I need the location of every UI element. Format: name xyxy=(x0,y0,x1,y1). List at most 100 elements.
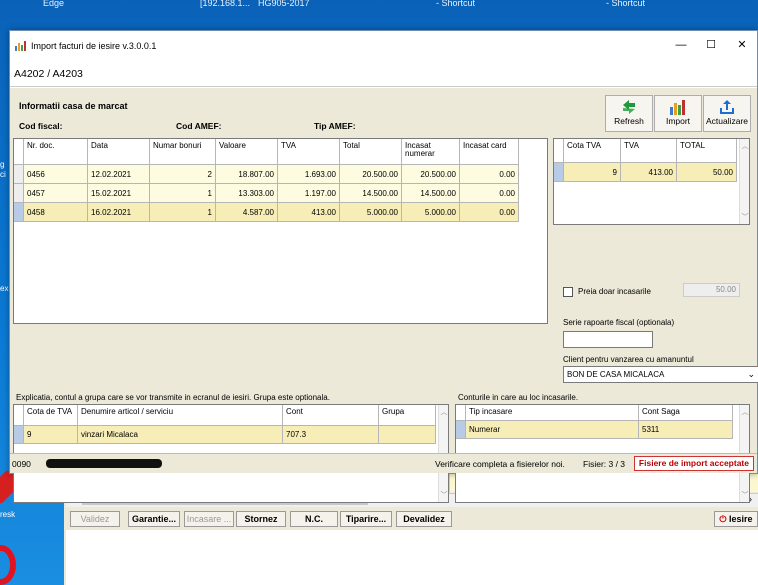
value-cell[interactable]: 13.303.00 xyxy=(216,184,278,203)
card-cell[interactable]: 0.00 xyxy=(460,165,519,184)
title-bar[interactable]: Import facturi de iesire v.3.0.0.1 — ☐ ✕ xyxy=(10,31,757,60)
devalidez-button[interactable]: Devalidez xyxy=(396,511,452,527)
column-header[interactable]: Tip incasare xyxy=(466,405,639,421)
total-cell[interactable]: 20.500.00 xyxy=(340,165,402,184)
row-indicator xyxy=(14,139,24,165)
explicatii-row[interactable]: 9 vinzari Micalaca 707.3 xyxy=(14,426,448,444)
total-cell[interactable]: 50.00 xyxy=(677,163,737,182)
nc-button[interactable]: N.C. xyxy=(290,511,338,527)
grupa-cell[interactable] xyxy=(379,426,436,444)
doc-number-cell[interactable]: 0456 xyxy=(24,165,88,184)
receipts-cell[interactable]: 2 xyxy=(150,165,216,184)
close-button[interactable]: ✕ xyxy=(734,38,750,52)
doc-number-cell[interactable]: 0457 xyxy=(24,184,88,203)
column-header[interactable]: Total xyxy=(340,139,402,165)
receipts-cell[interactable]: 1 xyxy=(150,203,216,222)
validez-button[interactable]: Validez xyxy=(70,511,120,527)
chevron-down-icon[interactable]: ﹀ xyxy=(740,490,749,500)
doc-number-cell[interactable]: 0458 xyxy=(24,203,88,222)
iesire-button[interactable]: ⏻ Iesire xyxy=(714,511,758,527)
receipts-cell[interactable]: 1 xyxy=(150,184,216,203)
column-header[interactable]: Valoare xyxy=(216,139,278,165)
desktop-left-label: resk xyxy=(0,510,16,519)
desktop-label-shortcut-1[interactable]: - Shortcut xyxy=(436,0,475,8)
desktop-icon-labels: Edge [192.168.1... HG905-2017 - Shortcut… xyxy=(0,0,758,10)
column-header[interactable]: Incasat card xyxy=(460,139,519,165)
date-cell[interactable]: 16.02.2021 xyxy=(88,203,150,222)
denumire-cell[interactable]: vinzari Micalaca xyxy=(78,426,283,444)
import-button[interactable]: Import xyxy=(654,95,702,132)
documents-header-row: Nr. doc. Data Numar bonuri Valoare TVA T… xyxy=(14,139,547,165)
total-cell[interactable]: 14.500.00 xyxy=(340,184,402,203)
column-header[interactable]: Incasat numerar xyxy=(402,139,460,165)
column-header[interactable]: Grupa xyxy=(379,405,436,426)
actualizare-button[interactable]: Actualizare xyxy=(703,95,751,132)
desktop-left-label: ci xyxy=(0,170,6,179)
stornez-button[interactable]: Stornez xyxy=(236,511,286,527)
tva-row[interactable]: 9 413.00 50.00 xyxy=(554,163,749,182)
table-row[interactable]: 0456 12.02.2021 2 18.807.00 1.693.00 20.… xyxy=(14,165,547,184)
column-header[interactable]: TOTAL xyxy=(677,139,737,163)
row-indicator xyxy=(554,139,564,163)
explicatii-header-row: Cota de TVA Denumire articol / serviciu … xyxy=(14,405,448,426)
cota-cell[interactable]: 9 xyxy=(24,426,78,444)
total-cell[interactable]: 5.000.00 xyxy=(340,203,402,222)
chevron-down-icon[interactable]: ⌄ xyxy=(747,367,755,382)
explicatii-label: Explicatia, contul a grupa care se vor t… xyxy=(16,393,330,402)
table-row-selected[interactable]: 0458 16.02.2021 1 4.587.00 413.00 5.000.… xyxy=(14,203,547,222)
cota-cell[interactable]: 9 xyxy=(564,163,621,182)
garantie-button[interactable]: Garantie... xyxy=(128,511,180,527)
chevron-up-icon[interactable]: ︿ xyxy=(439,407,448,417)
cont-cell[interactable]: 707.3 xyxy=(283,426,379,444)
desktop-left-label: ex xyxy=(0,284,9,293)
column-header[interactable]: TVA xyxy=(278,139,340,165)
desktop-label-hg905[interactable]: HG905-2017 xyxy=(258,0,310,8)
card-cell[interactable]: 0.00 xyxy=(460,203,519,222)
tiparire-button[interactable]: Tiparire... xyxy=(340,511,392,527)
client-select[interactable]: BON DE CASA MICALACA ⌄ xyxy=(563,366,758,383)
tva-cell[interactable]: 413.00 xyxy=(278,203,340,222)
date-cell[interactable]: 15.02.2021 xyxy=(88,184,150,203)
refresh-button[interactable]: Refresh xyxy=(605,95,653,132)
cash-cell[interactable]: 5.000.00 xyxy=(402,203,460,222)
tva-table[interactable]: Cota TVA TVA TOTAL 9 413.00 50.00 ︿ ﹀ xyxy=(553,138,750,225)
minimize-button[interactable]: — xyxy=(673,38,689,52)
cash-cell[interactable]: 20.500.00 xyxy=(402,165,460,184)
cont-saga-cell[interactable]: 5311 xyxy=(639,421,733,439)
column-header[interactable]: Nr. doc. xyxy=(24,139,88,165)
column-header[interactable]: TVA xyxy=(621,139,677,163)
table-row[interactable]: 0457 15.02.2021 1 13.303.00 1.197.00 14.… xyxy=(14,184,547,203)
cash-cell[interactable]: 14.500.00 xyxy=(402,184,460,203)
tva-cell[interactable]: 1.693.00 xyxy=(278,165,340,184)
date-cell[interactable]: 12.02.2021 xyxy=(88,165,150,184)
iesire-label: Iesire xyxy=(729,514,753,524)
window-title: Import facturi de iesire v.3.0.0.1 xyxy=(31,41,157,51)
conturi-row[interactable]: Numerar 5311 xyxy=(456,421,749,439)
column-header[interactable]: Cota TVA xyxy=(564,139,621,163)
column-header[interactable]: Denumire articol / serviciu xyxy=(78,405,283,426)
desktop-label-ip[interactable]: [192.168.1... xyxy=(200,0,250,8)
documents-table[interactable]: Nr. doc. Data Numar bonuri Valoare TVA T… xyxy=(13,138,548,324)
chevron-up-icon[interactable]: ︿ xyxy=(740,407,749,417)
tva-scrollbar[interactable]: ︿ ﹀ xyxy=(739,139,749,224)
column-header[interactable]: Cont Saga xyxy=(639,405,733,421)
preia-checkbox[interactable] xyxy=(563,287,573,297)
chevron-up-icon[interactable]: ︿ xyxy=(740,141,749,151)
column-header[interactable]: Cota de TVA xyxy=(24,405,78,426)
serie-input[interactable] xyxy=(563,331,653,348)
card-cell[interactable]: 0.00 xyxy=(460,184,519,203)
desktop-label-edge[interactable]: Edge xyxy=(43,0,64,8)
tip-incasare-cell[interactable]: Numerar xyxy=(466,421,639,439)
value-cell[interactable]: 4.587.00 xyxy=(216,203,278,222)
incasare-button[interactable]: Incasare ... xyxy=(184,511,234,527)
chevron-down-icon[interactable]: ﹀ xyxy=(439,490,448,500)
column-header[interactable]: Numar bonuri xyxy=(150,139,216,165)
column-header[interactable]: Data xyxy=(88,139,150,165)
tva-cell[interactable]: 413.00 xyxy=(621,163,677,182)
column-header[interactable]: Cont xyxy=(283,405,379,426)
value-cell[interactable]: 18.807.00 xyxy=(216,165,278,184)
maximize-button[interactable]: ☐ xyxy=(703,38,719,52)
chevron-down-icon[interactable]: ﹀ xyxy=(740,212,749,222)
desktop-label-shortcut-2[interactable]: - Shortcut xyxy=(606,0,645,8)
tva-cell[interactable]: 1.197.00 xyxy=(278,184,340,203)
